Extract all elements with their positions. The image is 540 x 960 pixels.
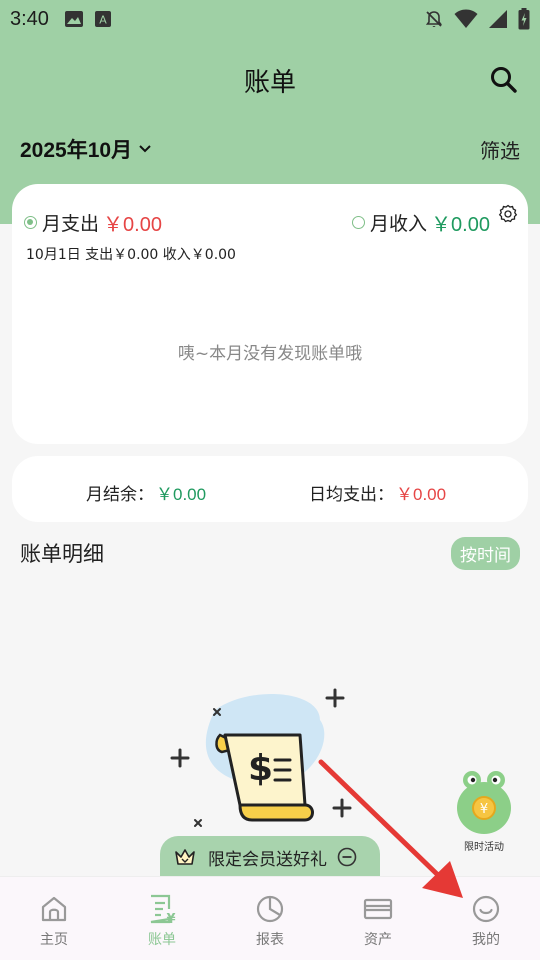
chevron-down-icon	[139, 145, 151, 153]
nav-label-bill: 账单	[148, 932, 176, 948]
income-amount: ￥0.00	[431, 214, 490, 236]
notification-off-icon	[425, 11, 443, 28]
balance-card: 月结余： ￥0.00 日均支出： ￥0.00	[12, 456, 528, 522]
expense-radio[interactable]	[24, 216, 37, 229]
sort-by-time-chip[interactable]: 按时间	[451, 537, 520, 570]
daily-amount: ￥0.00	[396, 485, 447, 504]
bill-icon: ¥	[150, 894, 176, 925]
nav-label-assets: 资产	[364, 932, 392, 948]
status-bar: 3:40 A	[0, 0, 540, 38]
frog-mascot-icon: ¥	[457, 771, 511, 834]
pie-chart-icon	[256, 895, 284, 923]
day-summary: 10月1日 支出￥0.00 收入￥0.00	[26, 247, 236, 263]
wifi-icon	[454, 9, 478, 28]
svg-text:$: $	[248, 748, 273, 789]
nav-label-report: 报表	[256, 932, 284, 948]
collapse-icon[interactable]	[337, 847, 357, 867]
svg-text:¥: ¥	[166, 912, 175, 925]
income-toggle[interactable]: 月收入 ￥0.00	[352, 208, 490, 237]
expense-amount: ￥0.00	[103, 214, 162, 236]
status-time: 3:40	[10, 7, 49, 30]
vip-promo-text: 限定会员送好礼	[208, 849, 327, 870]
home-icon	[41, 896, 67, 922]
daily-average-expense: 日均支出： ￥0.00	[309, 480, 446, 505]
expense-toggle[interactable]: 月支出 ￥0.00	[24, 208, 162, 237]
daily-label: 日均支出：	[309, 485, 394, 505]
nav-item-report[interactable]: 报表	[216, 877, 324, 960]
search-icon[interactable]	[488, 64, 520, 96]
nav-label-home: 主页	[40, 932, 68, 948]
smile-icon	[472, 895, 500, 923]
nav-item-home[interactable]: 主页	[0, 877, 108, 960]
svg-text:¥: ¥	[480, 802, 488, 817]
bottom-nav: 主页 ¥ 账单 报表 资产 我的	[0, 876, 540, 960]
nav-item-assets[interactable]: 资产	[324, 877, 432, 960]
monthly-balance: 月结余： ￥0.00	[86, 480, 206, 505]
month-picker[interactable]: 2025年10月	[20, 134, 152, 164]
battery-charging-icon	[518, 8, 530, 30]
page-title: 账单	[243, 68, 296, 98]
detail-section-title: 账单明细	[20, 542, 104, 566]
a-icon: A	[94, 11, 111, 27]
limited-activity-button[interactable]: ¥ 限时活动	[452, 768, 516, 854]
month-row: 2025年10月 筛选	[20, 134, 520, 164]
nav-label-mine: 我的	[472, 932, 500, 948]
empty-state-text: 咦~本月没有发现账单哦	[177, 344, 363, 364]
limited-activity-label: 限时活动	[464, 842, 504, 853]
gear-icon[interactable]	[498, 204, 518, 224]
title-bar: 账单	[0, 52, 540, 104]
vip-promo-banner[interactable]: 限定会员送好礼	[160, 836, 380, 878]
expense-label: 月支出	[42, 213, 100, 235]
crown-icon	[175, 849, 195, 865]
month-label: 2025年10月	[20, 139, 133, 162]
empty-bill-illustration: $	[170, 688, 352, 827]
balance-amount: ￥0.00	[156, 485, 207, 504]
card-icon	[363, 898, 393, 920]
svg-text:A: A	[99, 14, 107, 27]
nav-item-bill[interactable]: ¥ 账单	[108, 877, 216, 960]
image-icon	[64, 11, 83, 27]
summary-card: 月支出 ￥0.00 月收入 ￥0.00 10月1日 支出￥0.00 收入￥0.0…	[12, 184, 528, 444]
income-radio[interactable]	[352, 216, 366, 229]
filter-button[interactable]: 筛选	[480, 135, 520, 164]
signal-icon	[489, 10, 507, 28]
nav-item-mine[interactable]: 我的	[432, 877, 540, 960]
balance-label: 月结余：	[86, 485, 154, 505]
income-label: 月收入	[370, 213, 428, 235]
